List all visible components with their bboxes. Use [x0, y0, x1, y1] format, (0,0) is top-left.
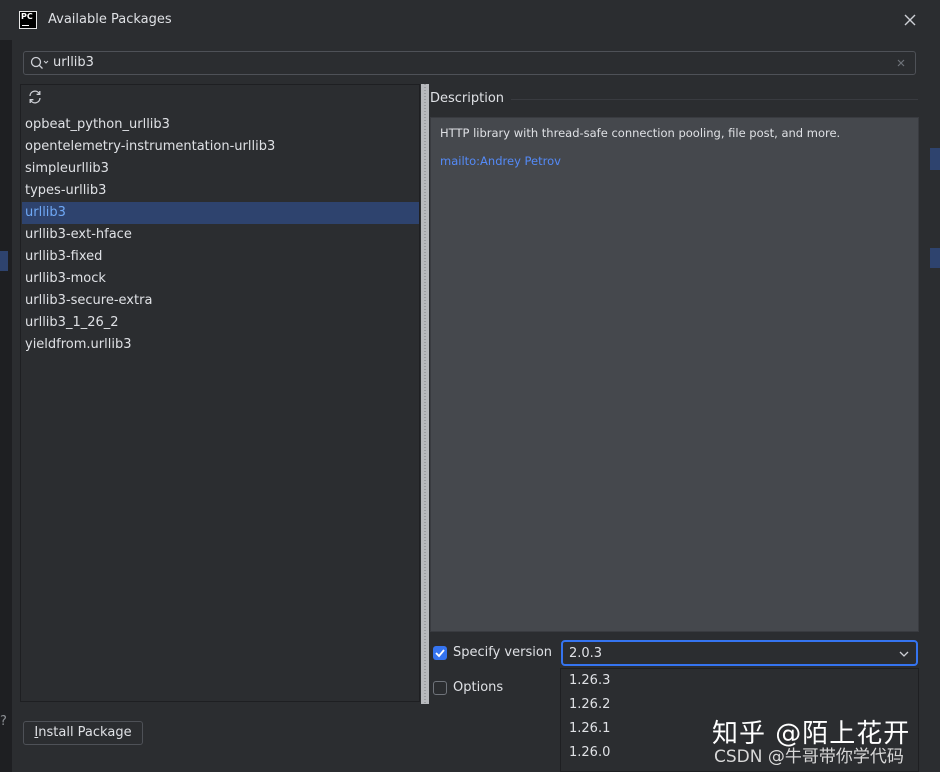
specify-version-checkbox[interactable] — [433, 646, 447, 660]
refresh-icon[interactable] — [27, 89, 43, 109]
package-list-item[interactable]: urllib3-mock — [22, 268, 419, 290]
options-label[interactable]: Options — [453, 680, 503, 695]
install-package-button[interactable]: Install Package — [23, 721, 143, 745]
description-panel: HTTP library with thread-safe connection… — [430, 117, 919, 632]
package-list-item[interactable]: urllib3_1_26_2 — [22, 312, 419, 334]
splitter-handle[interactable] — [421, 84, 429, 704]
version-select[interactable]: 2.0.3 — [561, 640, 918, 666]
specify-version-label[interactable]: Specify version — [453, 645, 552, 660]
package-list-item[interactable]: urllib3-secure-extra — [22, 290, 419, 312]
version-option[interactable]: 1.26.3 — [561, 669, 918, 693]
clear-search-icon[interactable] — [895, 57, 907, 73]
package-list: opbeat_python_urllib3 opentelemetry-instr… — [22, 114, 419, 356]
package-list-panel: opbeat_python_urllib3 opentelemetry-instr… — [20, 84, 420, 702]
help-icon: ? — [0, 714, 7, 729]
version-value: 2.0.3 — [569, 646, 603, 661]
chevron-down-icon — [898, 648, 910, 663]
dialog-title: Available Packages — [48, 12, 172, 27]
description-text: HTTP library with thread-safe connection… — [440, 126, 841, 140]
gutter-selection — [0, 251, 8, 271]
watermark-csdn: CSDN @牛哥带你学代码 — [714, 747, 904, 767]
package-list-item[interactable]: opentelemetry-instrumentation-urllib3 — [22, 136, 419, 158]
package-list-item[interactable]: types-urllib3 — [22, 180, 419, 202]
package-list-item[interactable]: urllib3 — [22, 202, 419, 224]
background-ide-left-gutter — [0, 25, 12, 772]
description-heading: Description — [430, 91, 505, 106]
search-value: urllib3 — [53, 55, 94, 70]
package-list-item[interactable]: opbeat_python_urllib3 — [22, 114, 419, 136]
package-list-item[interactable]: urllib3-fixed — [22, 246, 419, 268]
close-icon[interactable] — [899, 9, 921, 31]
pycharm-logo-icon: PC — [19, 11, 37, 29]
description-divider — [511, 99, 918, 100]
search-icon — [30, 56, 50, 74]
background-ide-right-gutter — [930, 0, 940, 772]
author-link[interactable]: mailto:Andrey Petrov — [440, 154, 561, 168]
package-list-item[interactable]: urllib3-ext-hface — [22, 224, 419, 246]
search-input[interactable]: urllib3 — [23, 51, 916, 75]
gutter-selection — [930, 248, 940, 268]
title-bar: PC Available Packages — [0, 0, 940, 40]
options-checkbox[interactable] — [433, 681, 447, 695]
gutter-selection — [930, 148, 940, 170]
package-list-item[interactable]: yieldfrom.urllib3 — [22, 334, 419, 356]
package-list-item[interactable]: simpleurllib3 — [22, 158, 419, 180]
checkmark-icon — [435, 649, 445, 658]
